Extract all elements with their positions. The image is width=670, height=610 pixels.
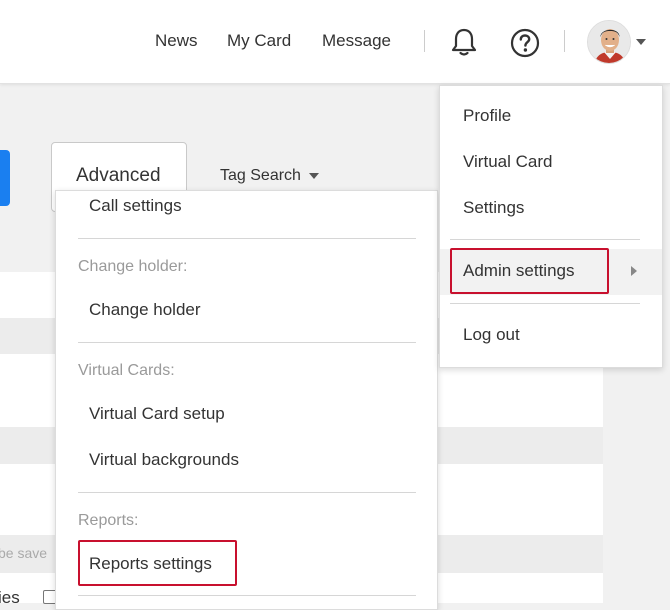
nav-message[interactable]: Message: [322, 31, 391, 51]
header-divider: [564, 30, 565, 52]
menu-divider: [450, 239, 640, 240]
highlight-box: [78, 540, 237, 586]
chevron-right-icon: [631, 266, 637, 276]
menu-divider: [450, 303, 640, 304]
user-avatar[interactable]: [587, 20, 631, 64]
menu-item-profile[interactable]: Profile: [463, 106, 511, 126]
partial-label: ies: [0, 588, 20, 607]
menu-item-call-settings[interactable]: Call settings: [89, 196, 182, 216]
advanced-label: Advanced: [76, 165, 161, 186]
top-header: News My Card Message: [0, 0, 670, 84]
menu-divider: [78, 238, 416, 239]
menu-item-virtual-card-setup[interactable]: Virtual Card setup: [89, 404, 225, 424]
highlight-box: [450, 248, 609, 294]
chevron-down-icon: [308, 172, 319, 179]
menu-item-virtual-backgrounds[interactable]: Virtual backgrounds: [89, 450, 239, 470]
user-menu: Profile Virtual Card Settings Admin sett…: [439, 85, 663, 368]
help-icon[interactable]: [509, 27, 541, 64]
bell-icon[interactable]: [448, 26, 480, 63]
menu-divider: [78, 342, 416, 343]
menu-divider: [78, 492, 416, 493]
menu-item-virtual-card[interactable]: Virtual Card: [463, 152, 552, 172]
menu-item-log-out[interactable]: Log out: [463, 325, 520, 345]
header-divider: [424, 30, 425, 52]
partial-text: be save: [0, 545, 48, 561]
section-heading-change-holder: Change holder:: [78, 258, 188, 275]
admin-settings-submenu: Call settings Change holder: Change hold…: [55, 190, 438, 610]
section-heading-reports: Reports:: [78, 512, 139, 529]
tag-search-dropdown[interactable]: Tag Search: [220, 167, 319, 185]
nav-news[interactable]: News: [155, 31, 198, 51]
nav-my-card[interactable]: My Card: [227, 31, 291, 51]
tag-search-label: Tag Search: [220, 167, 301, 184]
section-heading-virtual-cards: Virtual Cards:: [78, 362, 175, 379]
menu-divider: [78, 595, 416, 596]
primary-button-partial[interactable]: [0, 150, 10, 206]
menu-item-settings[interactable]: Settings: [463, 198, 524, 218]
chevron-down-icon[interactable]: [636, 39, 646, 45]
menu-item-change-holder[interactable]: Change holder: [89, 300, 201, 320]
